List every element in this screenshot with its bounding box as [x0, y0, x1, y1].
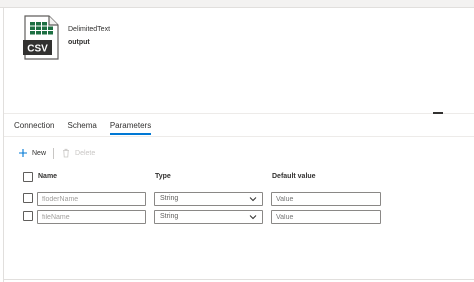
new-button[interactable]: New [18, 148, 46, 158]
new-button-label: New [32, 149, 47, 157]
column-header-name: Name [38, 173, 58, 180]
default-value-input[interactable] [271, 192, 381, 206]
tab-connection[interactable]: Connection [14, 118, 54, 135]
parameter-type-value: String [160, 195, 179, 202]
parameter-type-select[interactable]: String [154, 210, 263, 224]
bottom-divider [4, 279, 474, 280]
parameter-name-input[interactable] [37, 192, 146, 206]
trash-icon [63, 148, 70, 158]
column-header-type: Type [155, 173, 171, 180]
tab-divider [4, 136, 474, 137]
parameter-type-value: String [160, 213, 179, 220]
parameter-name-input[interactable] [37, 210, 146, 224]
dataset-type: DelimitedText [68, 26, 111, 33]
chevron-down-icon [249, 197, 257, 202]
top-strip [0, 0, 474, 8]
collapse-handle-icon[interactable] [433, 112, 443, 114]
select-all-checkbox[interactable] [23, 172, 33, 182]
csv-file-icon: CSV [23, 15, 59, 60]
csv-icon-label: CSV [27, 44, 48, 55]
column-header-default-value: Default value [272, 173, 316, 180]
toolbar-separator [53, 147, 55, 159]
default-value-input[interactable] [271, 210, 381, 224]
row-checkbox[interactable] [23, 193, 33, 203]
tab-schema[interactable]: Schema [67, 118, 96, 135]
plus-icon [19, 149, 27, 157]
toolbar: New Delete [18, 147, 95, 159]
delete-button[interactable]: Delete [61, 148, 95, 158]
parameter-type-select[interactable]: String [154, 192, 263, 206]
dataset-name: output [68, 39, 90, 46]
delete-button-label: Delete [75, 149, 96, 157]
header-divider [4, 113, 474, 114]
chevron-down-icon [249, 215, 257, 220]
tab-parameters[interactable]: Parameters [109, 118, 152, 135]
dataset-header: CSV DelimitedText output [22, 15, 462, 65]
row-checkbox[interactable] [23, 211, 33, 221]
left-edge [0, 8, 4, 282]
